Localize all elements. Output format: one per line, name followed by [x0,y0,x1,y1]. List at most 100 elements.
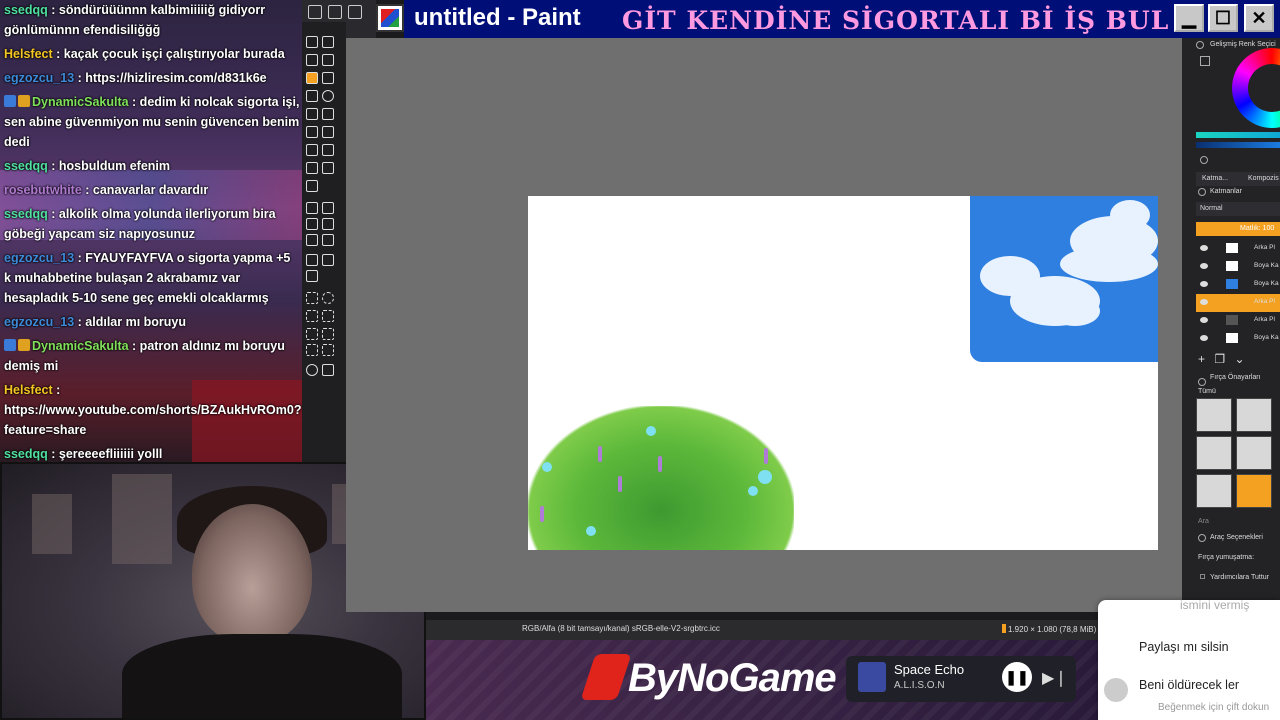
layer-row[interactable]: Boya Ka [1196,258,1280,276]
brush-preset[interactable] [1196,398,1232,432]
measure-tool-icon[interactable] [322,254,334,266]
dynamic-brush-icon[interactable] [306,144,318,156]
reference-tool-icon[interactable] [306,270,318,282]
opacity-slider[interactable]: Matlık: 100 [1196,222,1280,236]
pause-button[interactable]: ❚❚ [1002,662,1032,692]
select-tool-icon[interactable] [306,36,318,48]
polyline-tool-icon[interactable] [322,108,334,120]
brush-preset[interactable] [1236,436,1272,470]
similar-select-icon[interactable] [322,328,334,340]
pan-tool-icon[interactable] [322,364,334,376]
rect-select-icon[interactable] [306,292,318,304]
layer-row[interactable]: Arka Pl [1196,294,1280,312]
move-layer-down-icon[interactable]: ⌄ [1234,352,1244,366]
hue-slider[interactable] [1196,132,1280,138]
smart-patch-icon[interactable] [306,218,318,230]
close-button[interactable]: ✕ [1244,4,1274,32]
assistants-checkbox[interactable] [1200,574,1205,579]
brush-filter-select[interactable]: Tümü [1198,388,1216,395]
visibility-eye-icon[interactable] [1200,281,1208,287]
brush-preset[interactable] [1196,474,1232,508]
fill-tool-icon[interactable] [322,218,334,230]
chat-message: Helsfect : https://www.youtube.com/short… [4,380,301,440]
open-folder-icon[interactable] [328,5,342,19]
flower [646,426,656,436]
ellipse-tool-icon[interactable] [322,90,334,102]
chat-message: egzozcu_13 : https://hizliresim.com/d831… [4,68,300,88]
chat-username[interactable]: egzozcu_13 [4,315,74,329]
text-tool-icon[interactable] [322,36,334,48]
chat-username[interactable]: DynamicSakulta [32,95,129,109]
chat-username[interactable]: rosebutwhite [4,183,82,197]
line-tool-icon[interactable] [322,72,334,84]
zoom-tool-icon[interactable] [306,364,318,376]
freehand-select-icon[interactable] [322,310,334,322]
chat-username[interactable]: DynamicSakulta [32,339,129,353]
brush-preset-selected[interactable] [1236,474,1272,508]
freehand-path-icon[interactable] [322,126,334,138]
minimize-button[interactable]: ▁ [1174,4,1204,32]
chat-username[interactable]: ssedqq [4,3,48,17]
chat-username[interactable]: Helsfect [4,383,53,397]
value-slider[interactable] [1196,142,1280,148]
color-picker-icon[interactable] [322,202,334,214]
rectangle-tool-icon[interactable] [306,90,318,102]
lavender [540,506,544,522]
chat-username[interactable]: Helsfect [4,47,53,61]
contiguous-select-icon[interactable] [306,328,318,340]
brush-preset[interactable] [1196,436,1232,470]
visibility-eye-icon[interactable] [1200,317,1208,323]
add-layer-icon[interactable]: + [1198,352,1205,366]
ellipse-select-icon[interactable] [322,292,334,304]
layer-row[interactable]: Arka Pl [1196,240,1280,258]
tab-layers[interactable]: Katma... [1202,175,1228,182]
color-settings-icon[interactable] [1200,56,1210,66]
pattern-edit-icon[interactable] [322,234,334,246]
calligraphy-icon[interactable] [322,54,334,66]
brush-tool-icon[interactable] [306,72,318,84]
layer-row[interactable]: Boya Ka [1196,330,1280,348]
move-tool-icon[interactable] [322,162,334,174]
visibility-eye-icon[interactable] [1200,299,1208,305]
magnetic-select-icon[interactable] [322,344,334,356]
multibrush-icon[interactable] [322,144,334,156]
popup-message[interactable]: Beni öldürecek ler [1139,678,1239,692]
next-track-button[interactable]: ▶❘ [1042,668,1068,688]
visibility-eye-icon[interactable] [1200,263,1208,269]
transform-tool-icon[interactable] [306,162,318,174]
chat-username[interactable]: ssedqq [4,159,48,173]
chat-text: : https://hizliresim.com/d831k6e [74,71,267,85]
popup-message[interactable]: Paylaşı mı silsin [1139,640,1229,654]
edit-shapes-icon[interactable] [306,54,318,66]
visibility-eye-icon[interactable] [1200,245,1208,251]
polygon-select-icon[interactable] [306,310,318,322]
tab-compositions[interactable]: Kompozis [1248,175,1279,182]
new-file-icon[interactable] [308,5,322,19]
layer-row[interactable]: Boya Ka [1196,276,1280,294]
enclose-fill-icon[interactable] [306,234,318,246]
bezier-select-icon[interactable] [306,344,318,356]
visibility-eye-icon[interactable] [1200,335,1208,341]
bezier-tool-icon[interactable] [306,126,318,138]
drawing-canvas[interactable] [528,196,1158,550]
maximize-button[interactable]: ☐ [1208,4,1238,32]
layer-row[interactable]: Arka Pl [1196,312,1280,330]
crop-tool-icon[interactable] [306,180,318,192]
assistant-tool-icon[interactable] [306,254,318,266]
lavender [658,456,662,472]
polygon-tool-icon[interactable] [306,108,318,120]
chat-username[interactable]: egzozcu_13 [4,251,74,265]
duplicate-layer-icon[interactable]: ❐ [1214,352,1225,366]
blend-mode-select[interactable]: Normal [1196,202,1280,216]
gradient-tool-icon[interactable] [306,202,318,214]
chat-username[interactable]: ssedqq [4,447,48,461]
refresh-icon[interactable] [1200,156,1208,164]
chat-username[interactable]: egzozcu_13 [4,71,74,85]
brush-search-input[interactable]: Ara [1198,518,1209,525]
layer-thumbnail [1226,333,1238,343]
save-icon[interactable] [348,5,362,19]
chat-username[interactable]: ssedqq [4,207,48,221]
toolbox [302,22,346,462]
brush-preset[interactable] [1236,398,1272,432]
chat-message: ssedqq : hosbuldum efenim [4,156,300,176]
